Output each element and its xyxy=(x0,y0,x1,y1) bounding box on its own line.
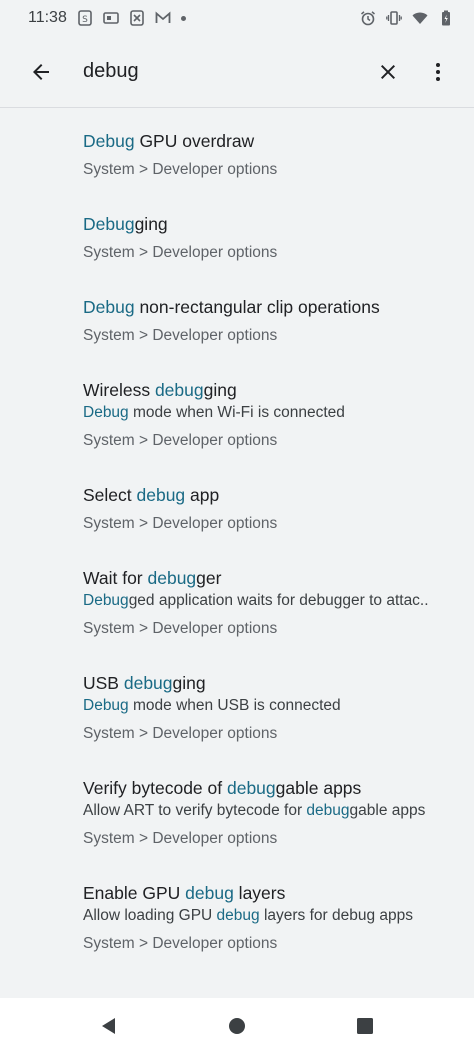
result-title-highlight: Debug xyxy=(83,214,135,234)
navigation-bar xyxy=(0,998,474,1053)
status-left: 11:38 S xyxy=(28,9,186,27)
result-summary-highlight: Debug xyxy=(83,404,129,421)
result-title-text: app xyxy=(185,485,220,505)
result-summary-text: Allow ART to verify bytecode for xyxy=(83,802,307,819)
search-results-list[interactable]: Debug GPU overdraw System > Developer opt… xyxy=(0,108,474,998)
search-result-item[interactable]: Wait for debugger Debugged application wa… xyxy=(0,534,474,639)
search-result-item[interactable]: Select debug app System > Developer optio… xyxy=(0,451,474,534)
result-title: Verify bytecode of debuggable apps xyxy=(83,777,454,799)
search-result-item[interactable]: Debug non-rectangular clip operations Sys… xyxy=(0,263,474,346)
search-result-item[interactable]: Verify bytecode of debuggable apps Allow … xyxy=(0,744,474,849)
result-summary: Debug mode when Wi-Fi is connected xyxy=(83,403,454,423)
result-title-text: Wait for xyxy=(83,568,148,588)
result-summary: Allow loading GPU debug layers for debug… xyxy=(83,906,454,926)
more-vert-icon xyxy=(436,62,440,81)
result-breadcrumb: System > Developer options xyxy=(83,725,278,742)
result-title: Select debug app xyxy=(83,484,454,506)
result-title-text: GPU overdraw xyxy=(134,131,255,151)
result-title-highlight: debug xyxy=(154,380,204,400)
battery-icon xyxy=(438,10,454,26)
close-icon xyxy=(381,64,395,79)
recents-square-icon xyxy=(357,1017,373,1034)
result-breadcrumb: System > Developer options xyxy=(83,830,278,847)
result-title-text: Enable GPU xyxy=(83,883,186,903)
x-box-notification-icon xyxy=(129,10,145,26)
result-title: Debug non-rectangular clip operations xyxy=(83,296,454,318)
status-bar: 11:38 S xyxy=(0,0,474,36)
result-breadcrumb: System > Developer options xyxy=(83,161,278,178)
result-breadcrumb: System > Developer options xyxy=(83,515,278,532)
result-summary: Debug mode when USB is connected xyxy=(83,696,454,716)
alarm-icon xyxy=(360,10,376,26)
result-title: Wait for debugger xyxy=(83,567,454,589)
nav-back-button[interactable] xyxy=(79,1006,139,1046)
result-title-highlight: Debug xyxy=(83,131,135,151)
result-summary-text: mode when USB is connected xyxy=(128,697,341,714)
result-title: Debug GPU overdraw xyxy=(83,130,454,152)
result-summary: Debugged application waits for debugger … xyxy=(83,591,454,611)
result-summary-highlight: Debug xyxy=(83,697,129,714)
back-button[interactable] xyxy=(13,44,69,100)
result-title-highlight: debug xyxy=(136,485,186,505)
result-breadcrumb: System > Developer options xyxy=(83,935,278,952)
svg-text:S: S xyxy=(82,15,88,25)
search-result-item[interactable]: Debugging System > Developer options xyxy=(0,180,474,263)
result-breadcrumb: System > Developer options xyxy=(83,620,278,637)
tablet-notification-icon xyxy=(103,10,119,26)
result-title-highlight: debug xyxy=(123,673,173,693)
result-breadcrumb: System > Developer options xyxy=(83,327,278,344)
result-title-text: ging xyxy=(203,380,237,400)
result-title-highlight: debug xyxy=(226,778,276,798)
more-options-button[interactable] xyxy=(416,44,460,100)
result-title-text: ger xyxy=(196,568,222,588)
result-summary-text: mode when Wi-Fi is connected xyxy=(128,404,345,421)
result-title-text: gable apps xyxy=(275,778,362,798)
result-title: USB debugging xyxy=(83,672,454,694)
search-result-item[interactable]: Debug GPU overdraw System > Developer opt… xyxy=(0,108,474,180)
result-title-text: layers xyxy=(233,883,286,903)
home-circle-icon xyxy=(229,1017,245,1034)
clock: 11:38 xyxy=(28,9,67,26)
result-title-text: ging xyxy=(134,214,168,234)
result-title: Enable GPU debug layers xyxy=(83,882,454,904)
result-summary-highlight: debug xyxy=(306,802,350,819)
search-result-item[interactable]: Enable GPU debug layers Allow loading GPU… xyxy=(0,849,474,954)
result-title-text: Verify bytecode of xyxy=(83,778,227,798)
result-title-highlight: debug xyxy=(147,568,197,588)
result-summary-highlight: Debug xyxy=(83,592,129,609)
result-title: Debugging xyxy=(83,213,454,235)
result-title: Wireless debugging xyxy=(83,379,454,401)
search-query-input[interactable]: debug xyxy=(83,60,360,83)
result-breadcrumb: System > Developer options xyxy=(83,244,278,261)
s-notification-icon: S xyxy=(77,10,93,26)
result-title-text: non-rectangular clip operations xyxy=(134,297,380,317)
result-title-text: Select xyxy=(83,485,137,505)
nav-recents-button[interactable] xyxy=(335,1006,395,1046)
search-result-item[interactable]: Wireless debugging Debug mode when Wi-Fi … xyxy=(0,346,474,451)
back-arrow-icon xyxy=(33,63,49,80)
wifi-icon xyxy=(412,10,428,26)
vibrate-icon xyxy=(386,10,402,26)
result-breadcrumb: System > Developer options xyxy=(83,432,278,449)
gmail-icon xyxy=(155,10,171,26)
result-summary: Allow ART to verify bytecode for debugga… xyxy=(83,801,454,821)
result-title-highlight: debug xyxy=(185,883,234,903)
back-triangle-icon xyxy=(102,1017,115,1034)
result-title-text: USB xyxy=(83,673,124,693)
more-notifications-dot-icon xyxy=(180,15,186,21)
result-summary-text: gable apps xyxy=(349,802,426,819)
result-title-text: ging xyxy=(172,673,206,693)
result-summary-text: Allow loading GPU xyxy=(83,907,217,924)
result-title-highlight: Debug xyxy=(83,297,135,317)
clear-search-button[interactable] xyxy=(360,44,416,100)
result-summary-text: layers for debug apps xyxy=(259,907,414,924)
search-toolbar: debug xyxy=(0,36,474,108)
status-right xyxy=(360,10,454,26)
search-result-item[interactable]: USB debugging Debug mode when USB is conn… xyxy=(0,639,474,744)
nav-home-button[interactable] xyxy=(207,1006,267,1046)
result-summary-text: ged application waits for debugger to at… xyxy=(128,592,429,609)
result-summary-highlight: debug xyxy=(216,907,260,924)
result-title-text: Wireless xyxy=(83,380,155,400)
